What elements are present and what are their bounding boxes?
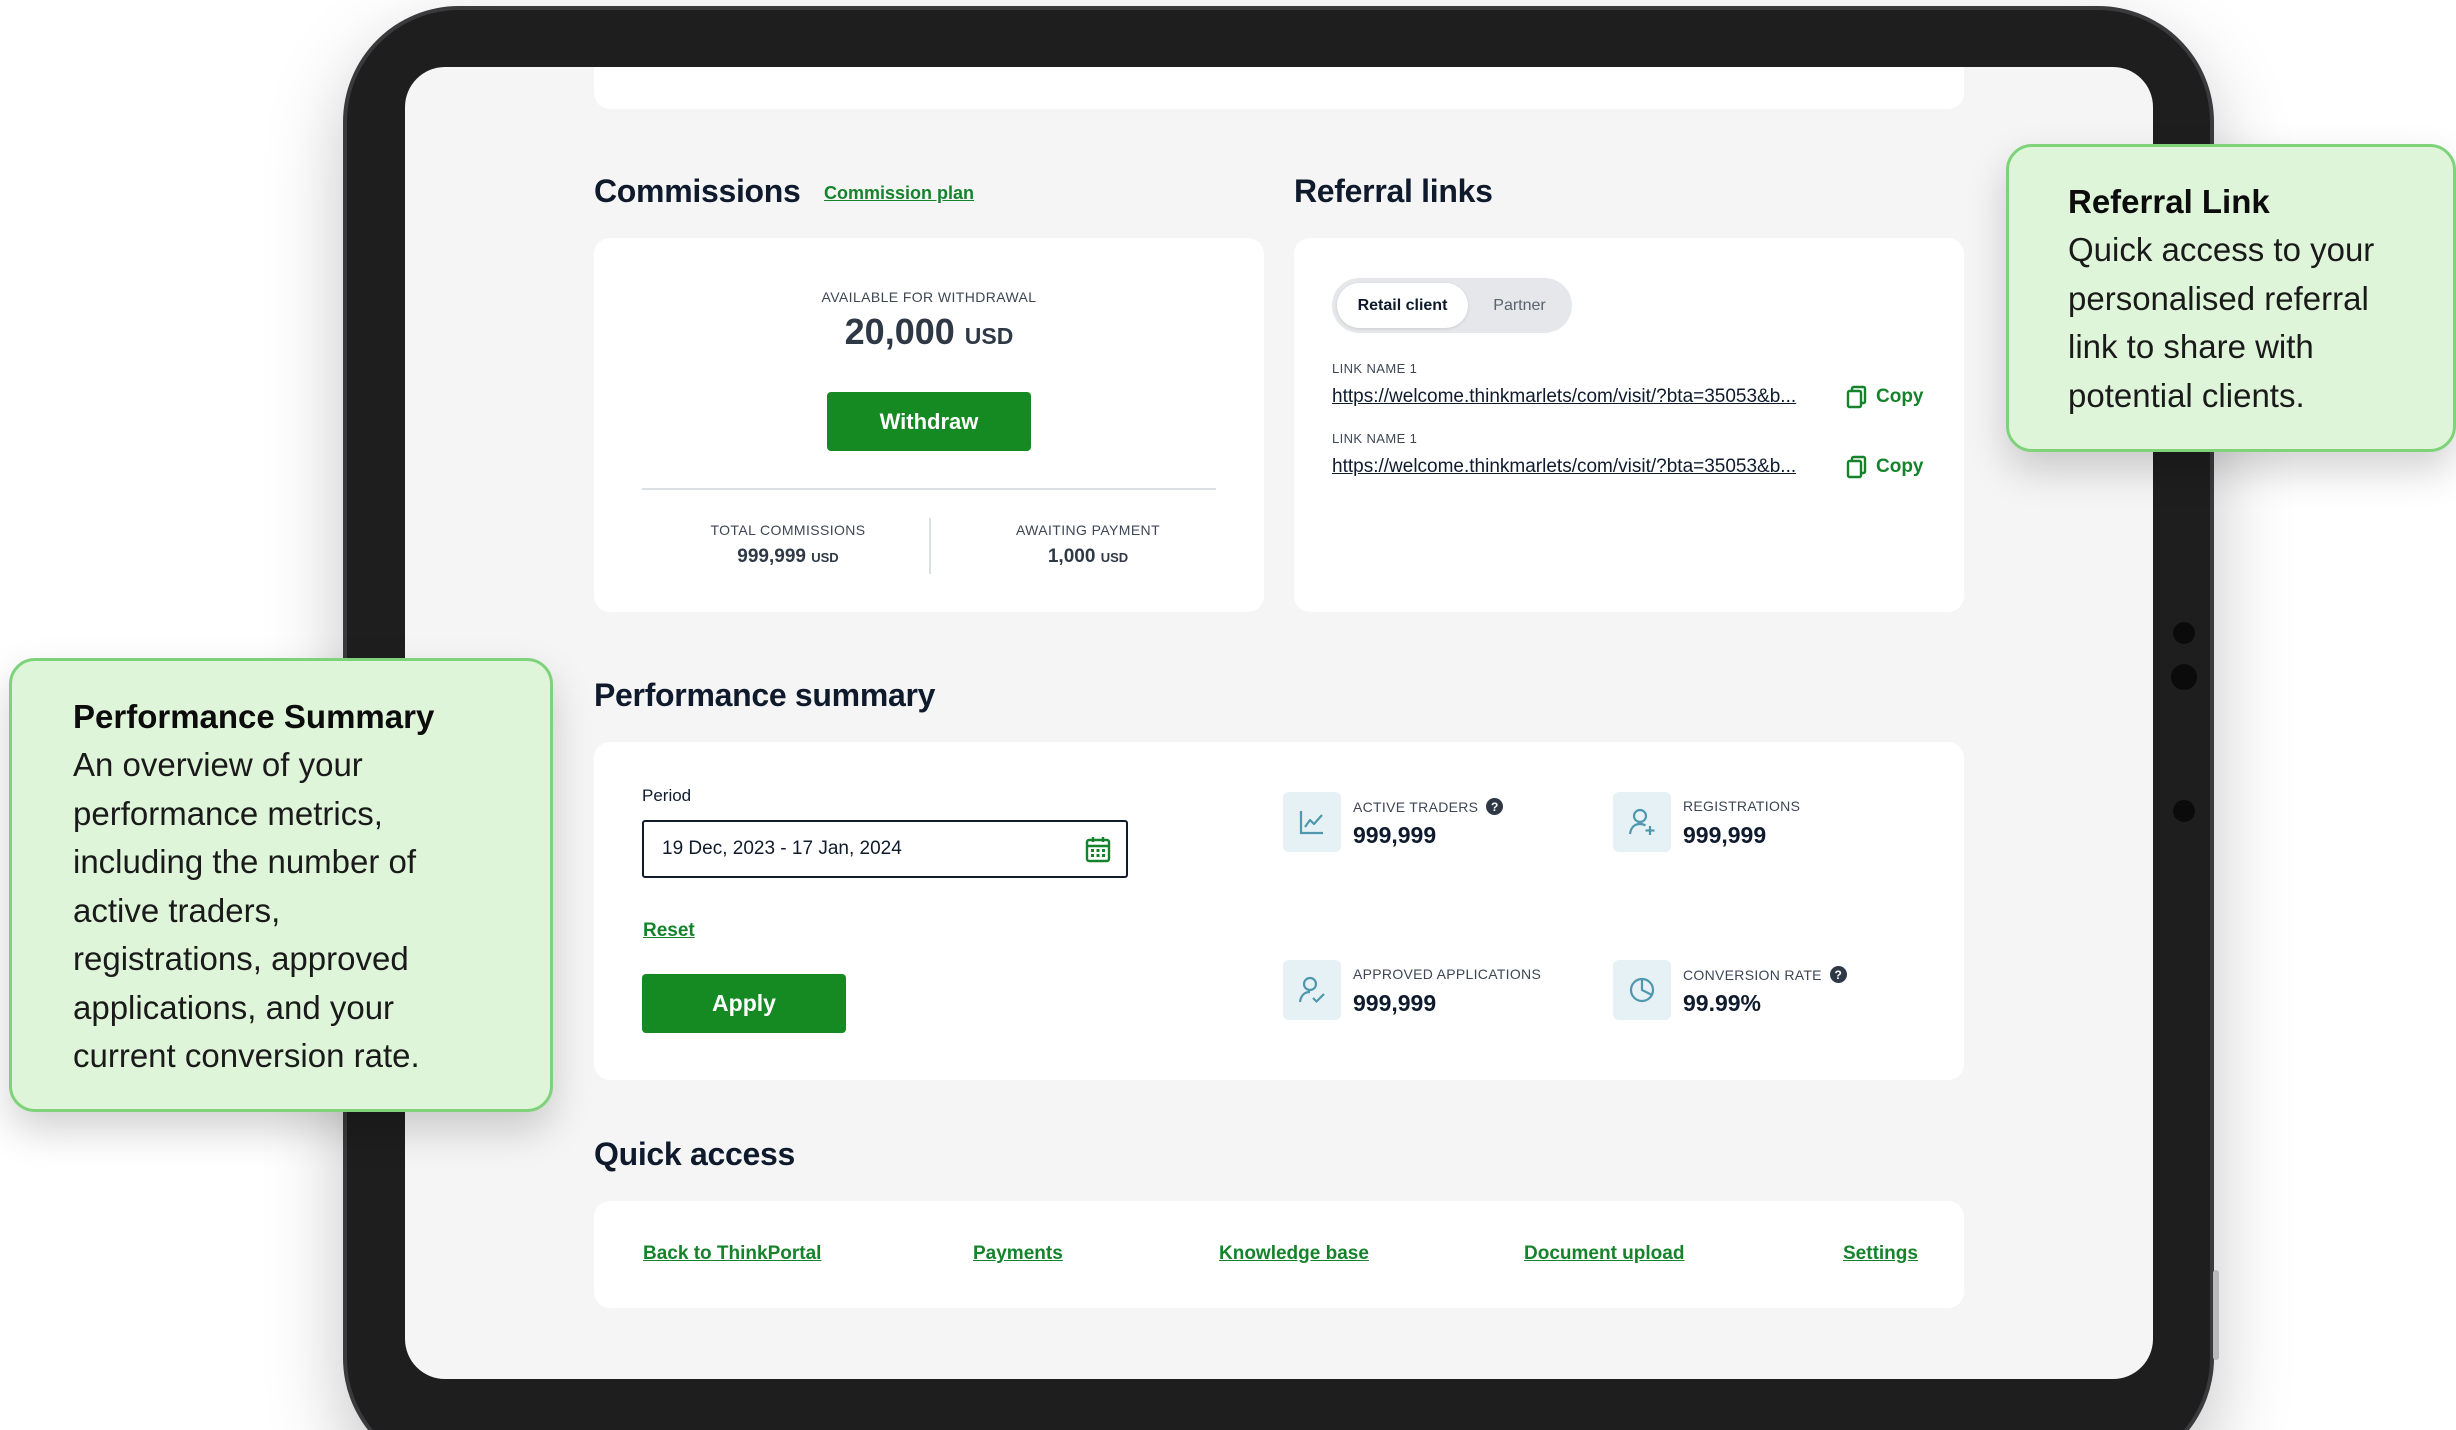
copy-button[interactable]: Copy: [1846, 385, 1924, 409]
callout-line: personalised referral: [2068, 279, 2369, 317]
app-screen: Commissions Commission plan AVAILABLE FO…: [405, 67, 2153, 1379]
referral-links-card: Retail client Partner LINK NAME 1 https:…: [1294, 238, 1964, 612]
user-check-icon: [1283, 960, 1341, 1020]
available-currency: USD: [964, 323, 1014, 349]
callout-line: link to share with: [2068, 328, 2314, 365]
callout-line: potential clients.: [2068, 376, 2305, 414]
awaiting-payment-value: 1,000 USD: [948, 546, 1228, 568]
metric-conversion-rate: CONVERSION RATE ? 99.99%: [1613, 960, 1933, 1020]
referral-links-title: Referral links: [1294, 173, 1493, 209]
callout-line: applications, and your: [73, 988, 395, 1026]
apply-button[interactable]: Apply: [642, 974, 846, 1033]
commission-plan-link[interactable]: Commission plan: [824, 183, 974, 204]
camera-dot: [2173, 800, 2195, 822]
info-icon[interactable]: ?: [1829, 966, 1847, 983]
total-commissions-currency: USD: [811, 550, 839, 565]
awaiting-payment-label: AWAITING PAYMENT: [1015, 522, 1161, 538]
copy-icon: [1846, 385, 1867, 409]
metric-active-traders: ACTIVE TRADERS ? 999,999: [1283, 792, 1603, 852]
metric-label: APPROVED APPLICATIONS: [1353, 966, 1541, 982]
referral-url[interactable]: https://welcome.thinkmarlets/com/visit/?…: [1332, 386, 1796, 408]
conversion-rate-label: CONVERSION RATE: [1683, 966, 1822, 983]
awaiting-payment-amount: 1,000: [1047, 546, 1096, 567]
copy-label: Copy: [1876, 386, 1924, 407]
performance-summary-card: Period Reset Apply ACTIVE TRADERS ? 999,…: [594, 742, 1964, 1080]
referral-link-callout: Referral Link Quick access to your perso…: [2006, 144, 2456, 452]
approved-applications-value: 999,999: [1353, 990, 1437, 1016]
callout-body: An overview of your performance metrics,…: [73, 741, 420, 1081]
link-name-label: LINK NAME 1: [1332, 361, 1418, 376]
period-label: Period: [642, 786, 692, 805]
tab-retail-client[interactable]: Retail client: [1337, 283, 1468, 328]
callout-line: registrations, approved: [73, 940, 409, 977]
top-summary-card: [594, 67, 1964, 109]
active-traders-value: 999,999: [1353, 822, 1437, 848]
withdraw-button[interactable]: Withdraw: [827, 392, 1031, 451]
metric-approved-applications: APPROVED APPLICATIONS 999,999: [1283, 960, 1603, 1020]
total-commissions-label: TOTAL COMMISSIONS: [710, 522, 866, 538]
info-icon[interactable]: ?: [1486, 798, 1504, 815]
callout-body: Quick access to your personalised referr…: [2068, 226, 2374, 420]
approved-applications-label: APPROVED APPLICATIONS: [1353, 966, 1542, 982]
quick-link-knowledge-base[interactable]: Knowledge base: [1219, 1243, 1369, 1265]
callout-line: Quick access to your: [2068, 231, 2375, 268]
quick-link-back-to-thinkportal[interactable]: Back to ThinkPortal: [643, 1243, 821, 1265]
active-traders-label: ACTIVE TRADERS: [1353, 798, 1479, 815]
period-date-input[interactable]: [642, 820, 1128, 878]
divider: [929, 518, 931, 574]
quick-link-payments[interactable]: Payments: [973, 1243, 1063, 1265]
quick-link-document-upload[interactable]: Document upload: [1524, 1243, 1684, 1265]
performance-summary-callout: Performance Summary An overview of your …: [9, 658, 553, 1112]
callout-title: Performance Summary: [73, 698, 435, 735]
quick-link-settings[interactable]: Settings: [1843, 1243, 1918, 1265]
camera-dot: [2173, 622, 2195, 644]
commissions-title: Commissions: [594, 173, 801, 209]
available-value: 20,000 USD: [594, 311, 1264, 353]
quick-access-title: Quick access: [594, 1136, 795, 1172]
performance-summary-title: Performance summary: [594, 677, 936, 713]
copy-button[interactable]: Copy: [1846, 455, 1924, 479]
copy-icon: [1846, 455, 1867, 479]
total-commissions-amount: 999,999: [737, 546, 806, 567]
callout-line: current conversion rate.: [73, 1037, 420, 1074]
line-chart-icon: [1283, 792, 1341, 852]
client-type-toggle: Retail client Partner: [1332, 278, 1572, 333]
reset-link[interactable]: Reset: [643, 920, 695, 942]
total-commissions-value: 999,999 USD: [648, 546, 928, 568]
quick-access-card: Back to ThinkPortal Payments Knowledge b…: [594, 1201, 1964, 1308]
available-amount: 20,000: [844, 311, 955, 352]
commissions-card: AVAILABLE FOR WITHDRAWAL 20,000 USD With…: [594, 238, 1264, 612]
user-add-icon: [1613, 792, 1671, 852]
callout-line: An overview of your: [73, 746, 363, 783]
tab-partner[interactable]: Partner: [1472, 283, 1567, 328]
conversion-rate-value: 99.99%: [1683, 990, 1762, 1016]
calendar-icon[interactable]: [1085, 835, 1111, 863]
registrations-value: 999,999: [1683, 822, 1767, 848]
metric-label: REGISTRATIONS: [1683, 798, 1800, 814]
pie-chart-icon: [1613, 960, 1671, 1020]
metric-label: ACTIVE TRADERS ?: [1353, 798, 1504, 815]
link-name-label: LINK NAME 1: [1332, 431, 1418, 446]
metric-registrations: REGISTRATIONS 999,999: [1613, 792, 1933, 852]
registrations-label: REGISTRATIONS: [1683, 798, 1801, 814]
side-button: [2213, 1270, 2219, 1360]
divider: [642, 488, 1216, 490]
callout-line: performance metrics,: [73, 794, 383, 832]
callout-line: including the number of: [73, 843, 417, 880]
referral-url[interactable]: https://welcome.thinkmarlets/com/visit/?…: [1332, 456, 1796, 478]
callout-title: Referral Link: [2068, 183, 2270, 220]
metric-label: CONVERSION RATE ?: [1683, 966, 1847, 983]
available-label: AVAILABLE FOR WITHDRAWAL: [821, 289, 1037, 305]
callout-line: active traders,: [73, 891, 281, 929]
awaiting-payment-currency: USD: [1100, 550, 1129, 565]
camera-dot: [2171, 664, 2197, 690]
copy-label: Copy: [1876, 456, 1924, 477]
